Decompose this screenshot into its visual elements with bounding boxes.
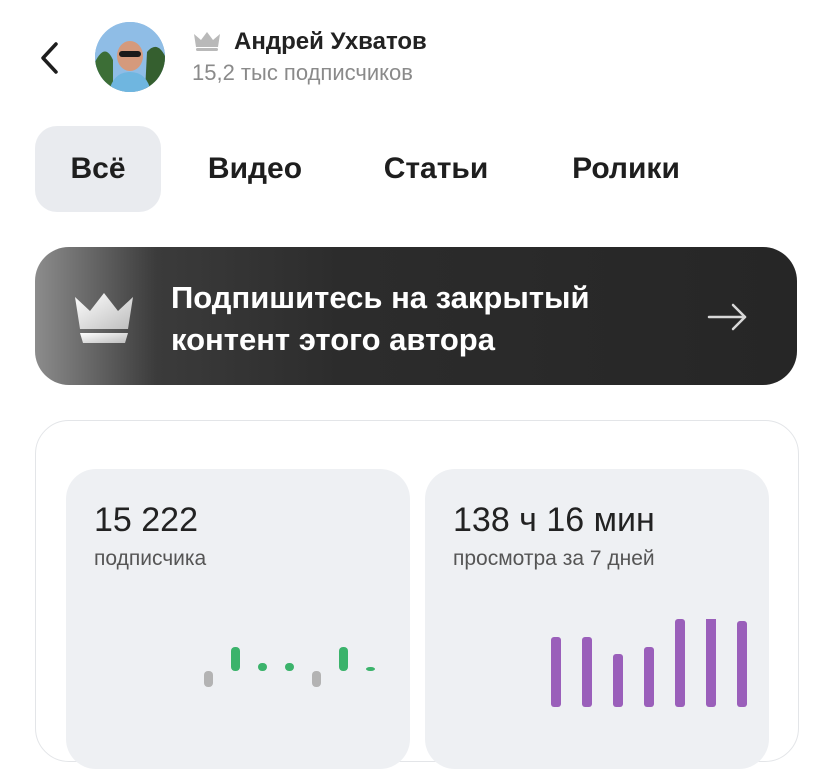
arrow-right-icon[interactable] (707, 302, 749, 332)
views-bar (644, 647, 654, 707)
views-bar (582, 637, 592, 707)
profile-header: Андрей Ухватов 15,2 тыс подписчиков (0, 0, 831, 110)
avatar[interactable] (95, 22, 165, 92)
tab-articles[interactable]: Статьи (361, 126, 511, 212)
subscribers-label: подписчика (94, 547, 207, 570)
views-value: 138 ч 16 мин (453, 501, 655, 539)
subscriber-count: 15,2 тыс подписчиков (192, 60, 413, 85)
banner-text: Подпишитесь на закрытый контент этого ав… (171, 280, 590, 357)
subscribers-change-chart (204, 647, 375, 687)
paid-subscription-banner[interactable]: Подпишитесь на закрытый контент этого ав… (35, 247, 797, 385)
subscribers-change-bar (204, 671, 213, 687)
views-chart (551, 619, 747, 707)
stats-card: 15 222 подписчика 138 ч 16 мин просмотра… (35, 420, 799, 769)
subscribers-value: 15 222 (94, 501, 198, 539)
crown-icon (75, 293, 133, 343)
tab-all[interactable]: Всё (35, 126, 161, 212)
views-bar (613, 654, 623, 707)
tab-shorts[interactable]: Ролики (551, 126, 701, 212)
views-stat-tile[interactable]: 138 ч 16 мин просмотра за 7 дней (425, 469, 769, 769)
subscribers-change-bar (339, 647, 348, 671)
tab-video[interactable]: Видео (185, 126, 325, 212)
subscribers-change-bar (312, 671, 321, 687)
subscribers-change-bar (366, 667, 375, 671)
author-name[interactable]: Андрей Ухватов (234, 28, 427, 56)
views-bar (675, 619, 685, 707)
views-bar (551, 637, 561, 707)
subscribers-change-bar (231, 647, 240, 671)
chevron-left-icon (41, 42, 58, 74)
views-label: просмотра за 7 дней (453, 547, 655, 570)
views-bar (737, 621, 747, 707)
subscribers-change-bar (285, 663, 294, 671)
content-tabs: Всё Видео Статьи Ролики (35, 126, 815, 212)
subscribers-change-bar (258, 663, 267, 671)
views-bar (706, 619, 716, 707)
crown-icon (194, 32, 220, 51)
avatar-photo (95, 22, 165, 92)
subscribers-stat-tile[interactable]: 15 222 подписчика (66, 469, 410, 769)
back-button[interactable] (36, 38, 66, 78)
